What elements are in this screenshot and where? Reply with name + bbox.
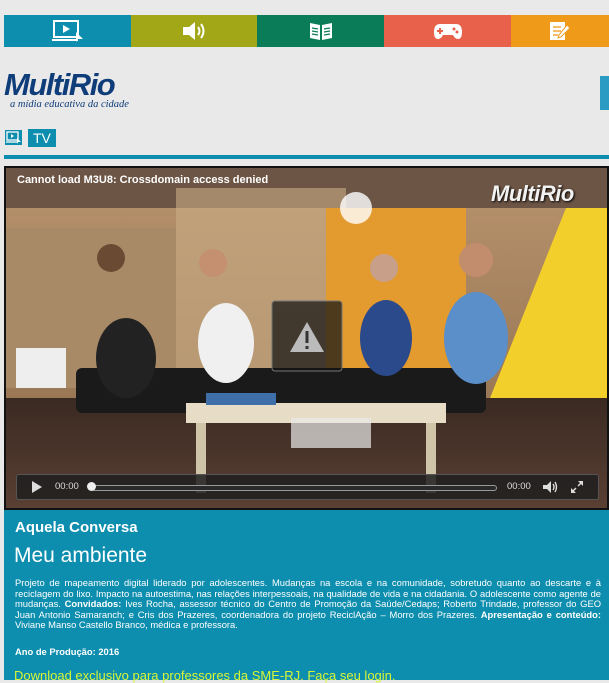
logo-wordmark: MultiRio [4,67,116,102]
warning-overlay [271,300,343,372]
category-reading[interactable] [257,15,384,47]
category-video[interactable] [4,15,131,47]
speaker-icon [183,22,205,40]
volume-icon[interactable] [543,481,558,493]
player-controls: 00:00 00:00 [16,474,599,500]
episode-title: Meu ambiente [14,544,148,567]
play-icon[interactable] [31,481,43,493]
player-error-message: Cannot load M3U8: Crossdomain access den… [17,174,269,186]
presenter-label: Apresentação e conteúdo: [480,608,602,620]
section-divider [4,155,609,159]
episode-description: Projeto de mapeamento digital liderado p… [15,577,602,631]
video-play-icon [51,20,83,42]
show-title: Aquela Conversa [15,519,138,536]
video-player[interactable] [4,166,609,510]
presenter-text: Viviane Manso Castello Branco, médica e … [15,619,238,631]
gamepad-icon [433,24,462,39]
fullscreen-icon[interactable] [571,481,583,493]
total-time: 00:00 [507,481,531,492]
tv-icon [5,130,22,145]
section-label-tv[interactable]: TV [28,129,56,147]
download-login-link[interactable]: Download exclusivo para professores da S… [14,668,396,683]
category-bar [4,15,609,47]
production-year: Ano de Produção: 2016 [15,646,120,657]
book-icon [309,23,332,40]
edit-note-icon [550,22,571,40]
category-activities[interactable] [511,15,609,47]
current-time: 00:00 [55,481,79,492]
logo-tagline: a mídia educativa da cidade [10,99,129,110]
progress-handle[interactable] [87,482,96,491]
guests-label: Convidados: [64,598,122,610]
progress-track[interactable] [91,485,497,491]
player-watermark: MultiRio [491,181,574,206]
category-games[interactable] [384,15,511,47]
login-tab[interactable] [600,76,609,110]
multirio-logo[interactable]: MultiRio a mídia educativa da cidade [4,67,129,110]
category-audio[interactable] [131,15,257,47]
